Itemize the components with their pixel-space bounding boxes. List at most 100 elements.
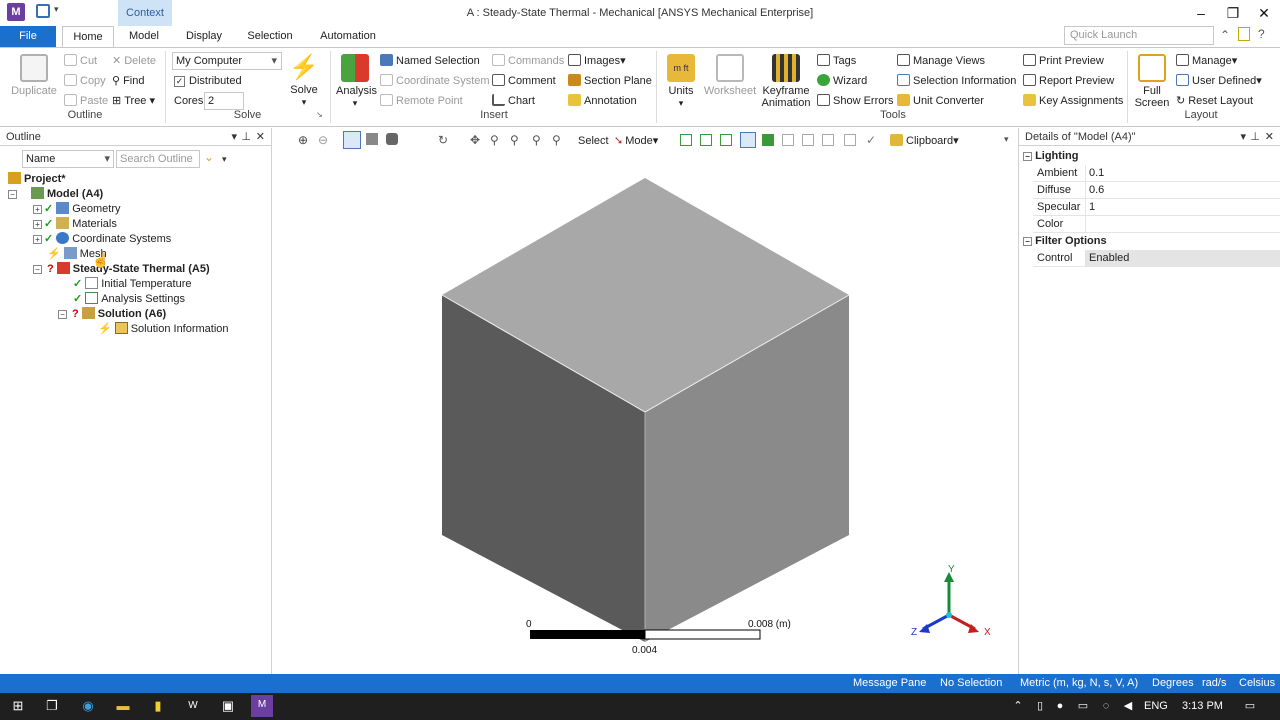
wireframe-icon[interactable]	[386, 133, 398, 145]
collapse-icon[interactable]: −	[1023, 152, 1032, 161]
manage-views-button[interactable]: Manage Views	[897, 54, 985, 68]
tree-item-initial-temperature[interactable]: ✓ Initial Temperature	[73, 277, 192, 292]
images-button[interactable]: Images▾	[568, 54, 626, 68]
details-row-control[interactable]: Control Enabled	[1033, 250, 1280, 267]
windows-start-icon[interactable]: ⊞	[8, 696, 28, 716]
details-value[interactable]: Enabled	[1085, 250, 1280, 266]
help-icon[interactable]: ?	[1258, 27, 1265, 41]
select-mesh-icon[interactable]	[844, 134, 856, 146]
graphics-viewport[interactable]: 0 0.004 0.008 (m) Y X Z	[273, 152, 1018, 672]
quick-access-dropdown-icon[interactable]: ▾	[54, 4, 59, 15]
expand-icon[interactable]: +	[33, 235, 42, 244]
magnifier-icon[interactable]: ⚲	[552, 133, 561, 147]
maximize-icon[interactable]: ❐	[1218, 2, 1248, 24]
filter-icon[interactable]: ⌄	[204, 150, 214, 164]
user-defined-button[interactable]: User Defined▾	[1176, 74, 1262, 88]
clipboard-button[interactable]: Clipboard▾	[890, 134, 959, 148]
sticky-notes-icon[interactable]: ▮	[148, 696, 168, 716]
expand-icon[interactable]: +	[33, 220, 42, 229]
tray-device-icon[interactable]: ▯	[1030, 696, 1050, 716]
duplicate-button[interactable]: Duplicate	[10, 54, 58, 97]
chart-button[interactable]: Chart	[492, 94, 535, 108]
copy-button[interactable]: Copy	[64, 74, 106, 88]
select-node-icon[interactable]	[762, 134, 774, 146]
temperature-unit-status[interactable]: Celsius	[1239, 677, 1275, 689]
tags-button[interactable]: Tags	[817, 54, 856, 68]
word-app-icon[interactable]: W	[183, 696, 203, 716]
print-preview-button[interactable]: Print Preview	[1023, 54, 1104, 68]
chevron-down-icon[interactable]: ▾	[222, 154, 227, 165]
tree-item-steady-state-thermal[interactable]: −? Steady-State Thermal (A5)	[33, 262, 210, 277]
select-face-icon[interactable]	[720, 134, 732, 146]
dialog-launcher-icon[interactable]: ↘	[316, 110, 323, 119]
message-pane-button[interactable]: Message Pane	[853, 677, 926, 689]
volume-icon[interactable]: ◀	[1118, 696, 1138, 716]
find-button[interactable]: ⚲ Find	[112, 74, 144, 88]
full-screen-button[interactable]: Full Screen	[1134, 54, 1170, 109]
unit-converter-button[interactable]: Unit Converter	[897, 94, 984, 108]
solve-button[interactable]: ⚡ Solve ▾	[288, 54, 320, 108]
tree-item-solution-information[interactable]: ⚡ Solution Information	[98, 322, 229, 337]
zoom-icon[interactable]: ⚲	[490, 133, 499, 147]
minimize-icon[interactable]: –	[1186, 2, 1216, 24]
tab-display[interactable]: Display	[180, 26, 228, 47]
check-mark-icon[interactable]: ✓	[866, 133, 876, 147]
collapse-icon[interactable]: −	[1023, 237, 1032, 246]
solve-computer-select[interactable]: My Computer ▾	[172, 52, 282, 70]
distributed-checkbox[interactable]: ✓ Distributed	[174, 74, 242, 88]
analysis-button[interactable]: Analysis ▾	[336, 54, 377, 109]
extend-icon[interactable]	[822, 134, 834, 146]
select-edge-icon[interactable]	[700, 134, 712, 146]
details-value[interactable]: 1	[1085, 199, 1280, 215]
delete-button[interactable]: ✕ Delete	[112, 54, 156, 68]
selection-information-button[interactable]: Selection Information	[897, 74, 1016, 88]
tree-button[interactable]: ⊞ Tree ▾	[112, 94, 155, 108]
show-errors-button[interactable]: Show Errors	[817, 94, 894, 108]
collapse-icon[interactable]: −	[8, 190, 17, 199]
collapse-icon[interactable]: −	[33, 265, 42, 274]
paste-button[interactable]: Paste	[64, 94, 108, 108]
quick-launch-input[interactable]: Quick Launch	[1064, 26, 1214, 45]
rate-unit-status[interactable]: rad/s	[1202, 677, 1226, 689]
tab-selection[interactable]: Selection	[242, 26, 298, 47]
close-icon[interactable]: ✕	[1249, 2, 1279, 24]
select-button[interactable]: Select	[578, 134, 609, 148]
select-body-icon[interactable]	[740, 132, 756, 148]
outline-filter-select[interactable]: Name ▾	[22, 150, 114, 168]
chevron-down-icon[interactable]: ▾	[231, 128, 237, 146]
tab-automation[interactable]: Automation	[314, 26, 382, 47]
comment-button[interactable]: Comment	[492, 74, 556, 88]
section-plane-button[interactable]: Section Plane	[568, 74, 652, 88]
reset-layout-button[interactable]: ↻ Reset Layout	[1176, 94, 1253, 108]
tag-icon[interactable]	[1238, 27, 1250, 41]
tree-item-model[interactable]: − Model (A4)	[8, 187, 103, 202]
tree-item-coordinate-systems[interactable]: + ✓ Coordinate Systems	[33, 232, 171, 247]
tree-item-solution[interactable]: −? Solution (A6)	[58, 307, 166, 322]
notifications-icon[interactable]: ▭	[1240, 696, 1260, 716]
details-section-lighting[interactable]: − Lighting	[1023, 148, 1280, 165]
tree-item-project[interactable]: Project*	[8, 172, 66, 187]
box-zoom-icon[interactable]: ⚲	[510, 133, 519, 147]
mode-button[interactable]: ➘ Mode▾	[614, 134, 658, 148]
close-icon[interactable]: ✕	[1265, 128, 1274, 146]
select-element-icon[interactable]	[802, 134, 814, 146]
chevron-down-icon[interactable]: ▾	[1240, 128, 1246, 146]
save-icon[interactable]	[36, 4, 50, 18]
tree-item-geometry[interactable]: + ✓ Geometry	[33, 202, 121, 217]
file-explorer-icon[interactable]: ▬	[113, 696, 133, 716]
up-icon[interactable]: ⌃	[1220, 28, 1230, 42]
worksheet-button[interactable]: Worksheet	[702, 54, 758, 97]
edge-browser-icon[interactable]: ◉	[78, 696, 98, 716]
clock[interactable]: 3:13 PM	[1182, 700, 1223, 712]
details-value[interactable]: 0.1	[1085, 165, 1280, 181]
wizard-button[interactable]: Wizard	[817, 74, 867, 88]
details-row-ambient[interactable]: Ambient 0.1	[1033, 165, 1280, 182]
details-value[interactable]: 0.6	[1085, 182, 1280, 198]
collapse-icon[interactable]: −	[58, 310, 67, 319]
display-style-icon[interactable]	[366, 133, 378, 145]
report-preview-button[interactable]: Report Preview	[1023, 74, 1114, 88]
annotation-button[interactable]: Annotation	[568, 94, 637, 108]
angle-unit-status[interactable]: Degrees	[1152, 677, 1194, 689]
named-selection-button[interactable]: Named Selection	[380, 54, 480, 68]
details-row-diffuse[interactable]: Diffuse 0.6	[1033, 182, 1280, 199]
